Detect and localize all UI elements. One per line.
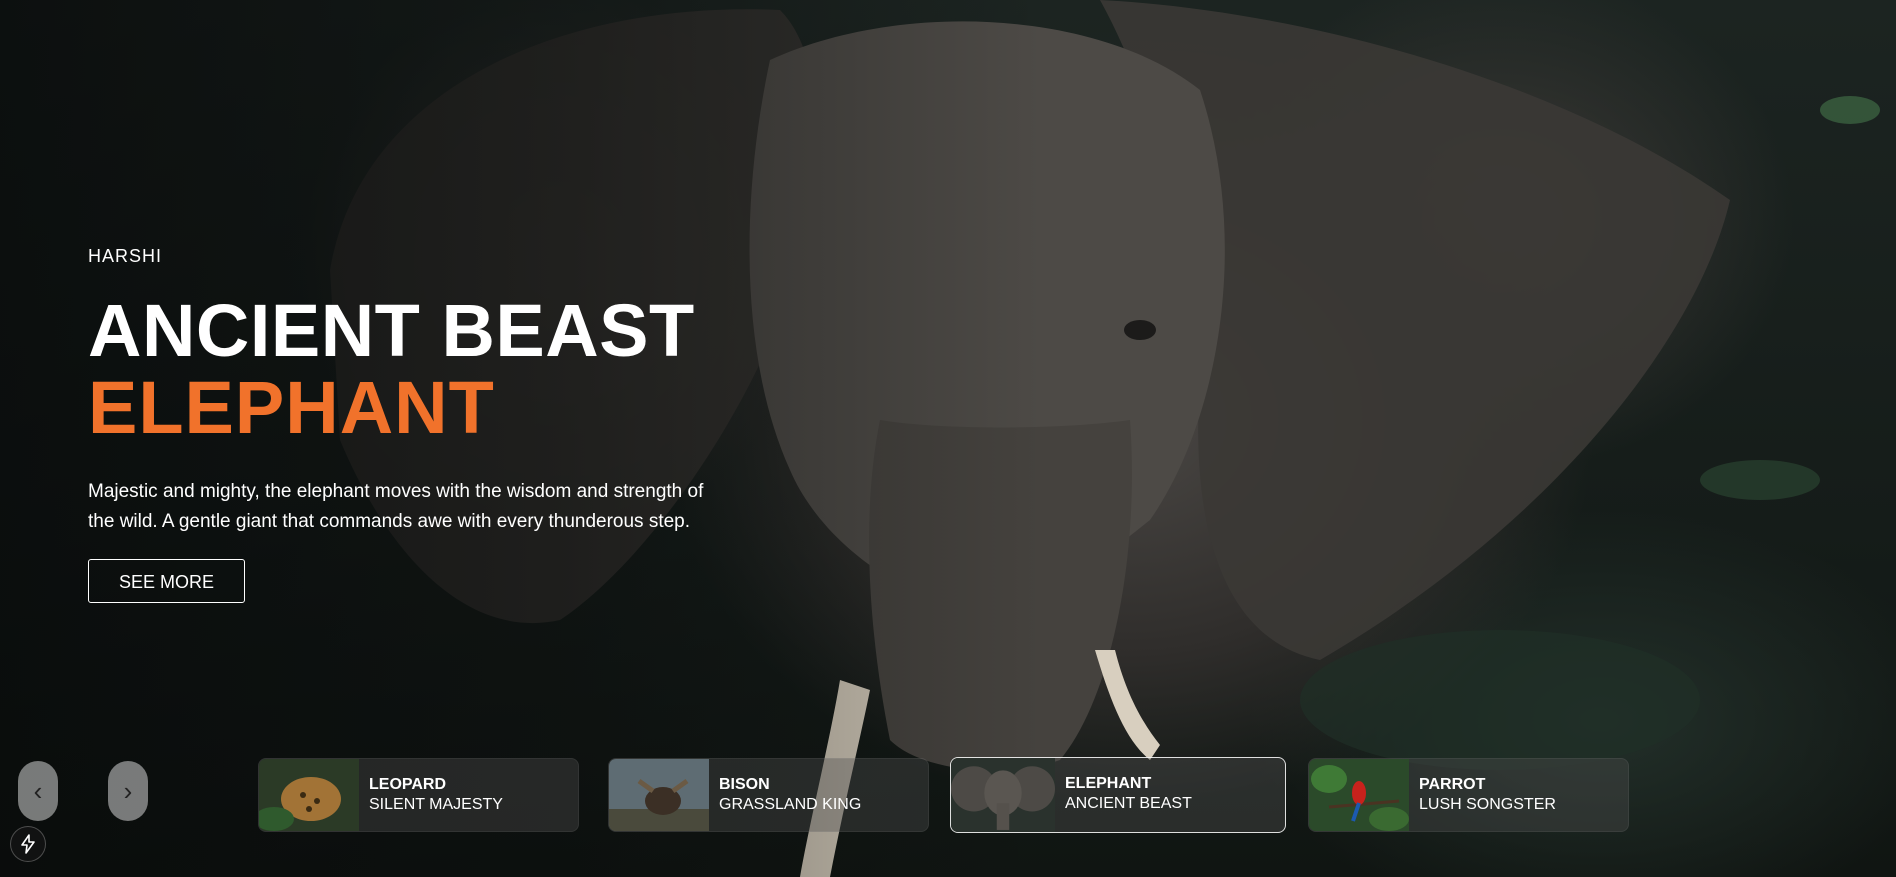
brand-label: HARSHI	[88, 246, 163, 266]
prev-slide-button[interactable]: ‹	[18, 761, 58, 821]
lightning-bolt-icon[interactable]	[10, 826, 46, 862]
chevron-right-icon: ›	[123, 775, 133, 806]
hero-content: HARSHI ANCIENT BEAST ELEPHANT Majestic a…	[88, 246, 728, 603]
thumbnail-subtitle: SILENT MAJESTY	[369, 796, 503, 813]
parrot-thumbnail-image	[1309, 759, 1409, 831]
thumbnail-text: LEOPARD SILENT MAJESTY	[369, 775, 503, 815]
thumbnail-name: BISON	[719, 776, 770, 793]
chevron-left-icon: ‹	[33, 775, 43, 806]
thumbnail-subtitle: ANCIENT BEAST	[1065, 795, 1192, 812]
bison-thumbnail-image	[609, 759, 709, 831]
thumbnail-bison[interactable]: BISON GRASSLAND KING	[608, 758, 929, 832]
elephant-thumbnail-image	[951, 758, 1055, 832]
thumbnail-parrot[interactable]: PARROT LUSH SONGSTER	[1308, 758, 1629, 832]
thumbnail-subtitle: GRASSLAND KING	[719, 796, 862, 813]
thumbnail-name: ELEPHANT	[1065, 775, 1152, 792]
hero-description: Majestic and mighty, the elephant moves …	[88, 481, 704, 532]
see-more-button[interactable]: SEE MORE	[88, 559, 246, 603]
thumbnail-text: PARROT LUSH SONGSTER	[1419, 775, 1556, 815]
thumbnail-subtitle: LUSH SONGSTER	[1419, 796, 1556, 813]
hero-title: ANCIENT BEAST	[88, 289, 695, 372]
thumbnail-text: BISON GRASSLAND KING	[719, 775, 861, 815]
thumbnail-leopard[interactable]: LEOPARD SILENT MAJESTY	[258, 758, 579, 832]
next-slide-button[interactable]: ›	[108, 761, 148, 821]
thumbnail-name: PARROT	[1419, 776, 1486, 793]
leopard-thumbnail-image	[259, 759, 359, 831]
thumbnail-name: LEOPARD	[369, 776, 447, 793]
thumbnail-elephant[interactable]: ELEPHANT ANCIENT BEAST	[950, 757, 1286, 833]
hero-topic: ELEPHANT	[88, 366, 495, 449]
bolt-glyph	[21, 834, 35, 854]
thumbnail-text: ELEPHANT ANCIENT BEAST	[1065, 774, 1192, 814]
